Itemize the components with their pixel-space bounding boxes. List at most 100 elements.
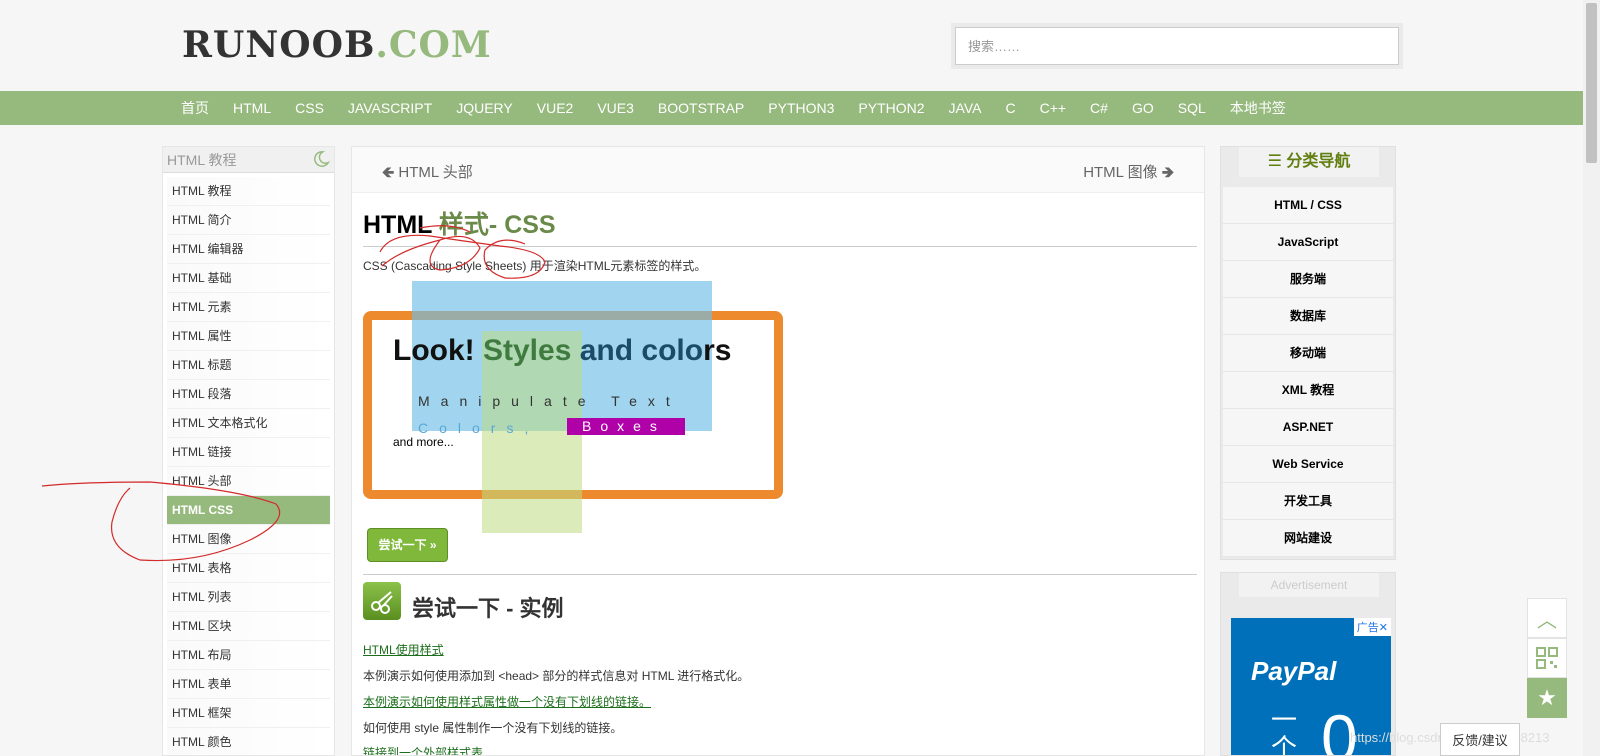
sidebar-item[interactable]: HTML 标题 xyxy=(167,351,330,380)
category-item[interactable]: 网站建设 xyxy=(1223,520,1393,557)
sidebar-item[interactable]: HTML 链接 xyxy=(167,438,330,467)
try-it-button[interactable]: 尝试一下 » xyxy=(367,528,448,562)
category-item[interactable]: JavaScript xyxy=(1223,224,1393,261)
category-item[interactable]: ASP.NET xyxy=(1223,409,1393,446)
bookmark-button[interactable]: ★ xyxy=(1527,678,1567,718)
nav-item[interactable]: C xyxy=(993,91,1027,125)
sidebar-item[interactable]: HTML 布局 xyxy=(167,641,330,670)
divider xyxy=(363,574,1197,575)
advertisement-box: Advertisement 广告✕ PayPal 一个 0 xyxy=(1220,572,1396,756)
demo-and-more: and more... xyxy=(393,435,454,449)
example-link[interactable]: HTML使用样式 xyxy=(363,641,444,658)
title-prefix: HTML xyxy=(363,211,439,239)
sidebar-item[interactable]: HTML 简介 xyxy=(167,206,330,235)
category-item[interactable]: 移动端 xyxy=(1223,335,1393,372)
category-nav-title: 分类导航 xyxy=(1286,153,1351,170)
demo-look-3: and colo xyxy=(571,334,704,367)
sidebar-item[interactable]: HTML 元素 xyxy=(167,293,330,322)
nav-item[interactable]: JQUERY xyxy=(444,91,525,125)
sidebar-item[interactable]: HTML 图像 xyxy=(167,525,330,554)
site-logo[interactable]: RUNOOB.COM xyxy=(182,24,492,66)
sidebar-item[interactable]: HTML 颜色 xyxy=(167,728,330,755)
star-icon: ★ xyxy=(1537,685,1557,710)
sidebar-item[interactable]: HTML 段落 xyxy=(167,380,330,409)
sidebar-item[interactable]: HTML 表格 xyxy=(167,554,330,583)
page-title: HTML 样式- CSS xyxy=(363,205,556,241)
demo-colors-text: Colors, xyxy=(418,420,540,436)
example-desc: 本例演示如何使用添加到 <head> 部分的样式信息对 HTML 进行格式化。 xyxy=(363,669,750,683)
sidebar-item[interactable]: HTML 基础 xyxy=(167,264,330,293)
back-to-top-button[interactable]: ︿ xyxy=(1527,598,1567,638)
demo-manipulate-text: Manipulate Text xyxy=(418,393,681,409)
left-sidebar-title: HTML 教程 xyxy=(167,152,237,168)
nav-item[interactable]: VUE2 xyxy=(525,91,586,125)
nav-item[interactable]: JAVASCRIPT xyxy=(336,91,444,125)
demo-look-l: L xyxy=(393,334,412,367)
page-scrollbar[interactable] xyxy=(1583,0,1600,756)
moon-icon[interactable] xyxy=(312,150,330,168)
feedback-button[interactable]: 反馈/建议 xyxy=(1440,723,1520,756)
examples-title: 尝试一下 - 实例 xyxy=(412,596,564,621)
sidebar-item[interactable]: HTML 框架 xyxy=(167,699,330,728)
category-item[interactable]: 数据库 xyxy=(1223,298,1393,335)
left-sidebar-list: HTML 教程 HTML 简介 HTML 编辑器 HTML 基础 HTML 元素 HTML… xyxy=(163,173,334,755)
sidebar-item[interactable]: HTML 表单 xyxy=(167,670,330,699)
category-item[interactable]: 开发工具 xyxy=(1223,483,1393,520)
logo-main: RUNOOB xyxy=(182,24,376,66)
demo-look-4: rs xyxy=(703,334,732,367)
ad-tag[interactable]: 广告✕ xyxy=(1353,618,1391,636)
sidebar-item[interactable]: HTML 教程 xyxy=(167,177,330,206)
ad-text: 一个 xyxy=(1271,705,1298,756)
category-item[interactable]: HTML / CSS xyxy=(1223,187,1393,224)
category-item[interactable]: 服务端 xyxy=(1223,261,1393,298)
arrow-right-icon: 🡺 xyxy=(1161,164,1174,181)
search-box xyxy=(951,23,1403,69)
search-input[interactable] xyxy=(955,27,1399,65)
next-link[interactable]: HTML 图像 🡺 xyxy=(1083,161,1174,187)
sidebar-item[interactable]: HTML 编辑器 xyxy=(167,235,330,264)
example-link[interactable]: 本例演示如何使用样式属性做一个没有下划线的链接。 xyxy=(363,693,651,710)
ad-number: 0 xyxy=(1321,701,1358,756)
nav-item[interactable]: PYTHON2 xyxy=(846,91,936,125)
nav-item[interactable]: JAVA xyxy=(937,91,994,125)
title-highlight: 样式- CSS xyxy=(438,211,556,239)
nav-item[interactable]: C# xyxy=(1078,91,1120,125)
nav-item[interactable]: VUE3 xyxy=(585,91,646,125)
scroll-thumb[interactable] xyxy=(1586,3,1597,163)
demo-boxes-text: Boxes xyxy=(567,418,685,435)
list-icon: ☰ xyxy=(1267,153,1282,170)
demo-headline: Look! Styles and colors xyxy=(393,334,731,368)
nav-item[interactable]: CSS xyxy=(283,91,336,125)
qrcode-button[interactable] xyxy=(1527,638,1567,678)
sidebar-item[interactable]: HTML 文本格式化 xyxy=(167,409,330,438)
left-sidebar: HTML 教程 HTML 教程 HTML 简介 HTML 编辑器 HTML 基础 HTM… xyxy=(162,146,335,756)
next-label: HTML 图像 xyxy=(1083,164,1158,181)
ad-brand: PayPal xyxy=(1251,656,1337,686)
left-sidebar-header: HTML 教程 xyxy=(163,147,334,173)
nav-item[interactable]: 首页 xyxy=(169,91,221,125)
ad-header: Advertisement xyxy=(1239,573,1379,597)
sidebar-item[interactable]: HTML 列表 xyxy=(167,583,330,612)
qrcode-icon xyxy=(1536,647,1558,669)
demo-look-2: Styles xyxy=(483,334,572,367)
sidebar-item[interactable]: HTML 属性 xyxy=(167,322,330,351)
nav-item[interactable]: GO xyxy=(1120,91,1166,125)
category-item[interactable]: Web Service xyxy=(1223,446,1393,483)
nav-item[interactable]: PYTHON3 xyxy=(756,91,846,125)
example-link[interactable]: 链接到一个外部样式表 xyxy=(363,744,483,755)
nav-item[interactable]: 本地书签 xyxy=(1218,91,1298,125)
nav-item[interactable]: HTML xyxy=(221,91,283,125)
nav-item[interactable]: SQL xyxy=(1166,91,1218,125)
nav-item[interactable]: BOOTSTRAP xyxy=(646,91,756,125)
intro-text: CSS (Cascading Style Sheets) 用于渲染HTML元素标… xyxy=(363,259,707,273)
category-item[interactable]: XML 教程 xyxy=(1223,372,1393,409)
prev-link[interactable]: 🡸 HTML 头部 xyxy=(382,161,473,187)
main-content: 🡸 HTML 头部 HTML 图像 🡺 HTML 样式- CSS CSS (Ca… xyxy=(351,146,1205,756)
arrow-left-icon: 🡸 xyxy=(382,164,395,181)
sidebar-item[interactable]: HTML 区块 xyxy=(167,612,330,641)
sidebar-item[interactable]: HTML CSS xyxy=(167,496,330,525)
nav-item[interactable]: C++ xyxy=(1028,91,1078,125)
divider xyxy=(363,246,1197,247)
chevron-up-icon: ︿ xyxy=(1537,609,1557,632)
sidebar-item[interactable]: HTML 头部 xyxy=(167,467,330,496)
